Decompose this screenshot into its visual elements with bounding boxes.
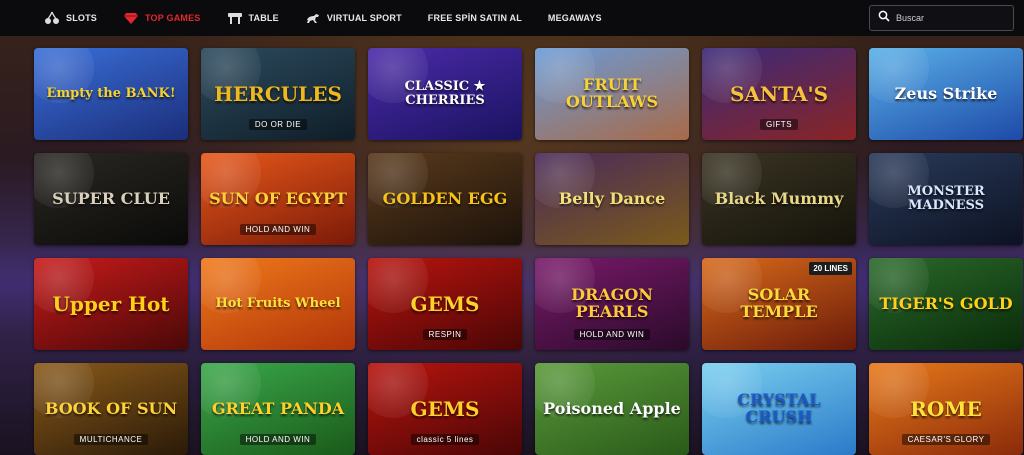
game-title: CRYSTAL CRUSH [737,390,821,426]
game-tile[interactable]: GEMS RESPIN [368,258,522,350]
game-subtitle: HOLD AND WIN [201,434,355,445]
game-tile[interactable]: GOLDEN EGG [368,153,522,245]
nav-table[interactable]: TABLE [227,11,279,25]
game-subtitle-wrap: classic 5 lines [368,431,522,445]
game-subtitle-wrap: CAESAR'S GLORY [869,431,1023,445]
game-title: Belly Dance [558,188,666,208]
game-tile[interactable]: Poisoned Apple [535,363,689,455]
game-tile[interactable]: MONSTER MADNESS [869,153,1023,245]
game-subtitle-wrap: HOLD AND WIN [201,221,355,235]
game-tile[interactable]: Empty the BANK! [34,48,188,140]
game-subtitle-text: classic 5 lines [410,434,480,445]
game-title: FRUIT OUTLAWS [565,75,659,111]
game-subtitle: HOLD AND WIN [201,224,355,235]
nav-virtual-sport[interactable]: VIRTUAL SPORT [305,11,402,25]
game-title: SUN OF EGYPT [209,188,347,208]
game-tile[interactable]: Belly Dance [535,153,689,245]
game-subtitle: DO OR DIE [201,119,355,130]
nav-megaways[interactable]: MEGAWAYS [548,13,602,23]
nav-table-label: TABLE [248,13,279,23]
game-title: GREAT PANDA [211,398,345,418]
game-title: Zeus Strike [894,83,998,103]
game-title: HERCULES [214,81,342,106]
game-subtitle-text: DO OR DIE [248,119,308,130]
game-title: SUPER CLUE [52,188,170,208]
game-title: DRAGON PEARLS [571,285,653,321]
game-subtitle-wrap: HOLD AND WIN [535,326,689,340]
game-title: CLASSIC ★ CHERRIES [404,79,486,108]
top-navbar: SLOTS TOP GAMES TABLE VIRTUAL SPORT FREE… [0,0,1024,36]
game-tile[interactable]: Zeus Strike [869,48,1023,140]
game-title: Hot Fruits Wheel [215,296,341,312]
game-title: Black Mummy [714,188,844,208]
game-subtitle-text: GIFTS [759,119,799,130]
nav-top-games-label: TOP GAMES [145,13,201,23]
game-subtitle: classic 5 lines [368,434,522,445]
game-title: TIGER'S GOLD [879,293,1013,313]
nav-virtual-sport-label: VIRTUAL SPORT [326,13,402,23]
game-tile[interactable]: HERCULES DO OR DIE [201,48,355,140]
game-title: GEMS [410,291,480,316]
game-title: Upper Hot [52,291,170,316]
nav-slots-label: SLOTS [66,13,98,23]
table-icon [227,11,243,25]
game-tile[interactable]: Upper Hot [34,258,188,350]
game-title: Empty the BANK! [46,86,176,102]
game-tile[interactable]: ROME CAESAR'S GLORY [869,363,1023,455]
diamond-icon [123,11,139,25]
game-tile[interactable]: FRUIT OUTLAWS [535,48,689,140]
game-tile[interactable]: Black Mummy [702,153,856,245]
game-tile[interactable]: SUPER CLUE [34,153,188,245]
cherries-icon [44,11,60,25]
horse-icon [305,11,321,25]
game-tile[interactable]: TIGER'S GOLD [869,258,1023,350]
game-subtitle-text: HOLD AND WIN [239,224,317,235]
game-tile[interactable]: DRAGON PEARLS HOLD AND WIN [535,258,689,350]
nav-free-spin-label: FREE SPİN SATIN AL [427,13,522,23]
game-subtitle: CAESAR'S GLORY [869,434,1023,445]
game-tile[interactable]: CRYSTAL CRUSH [702,363,856,455]
search-box[interactable] [869,5,1014,31]
game-title: GOLDEN EGG [382,188,508,208]
game-tile[interactable]: Hot Fruits Wheel [201,258,355,350]
nav-free-spin[interactable]: FREE SPİN SATIN AL [428,13,522,23]
game-subtitle-wrap: HOLD AND WIN [201,431,355,445]
search-icon [878,9,890,27]
game-title: BOOK OF SUN [44,398,178,418]
game-tile[interactable]: GREAT PANDA HOLD AND WIN [201,363,355,455]
nav-megaways-label: MEGAWAYS [547,13,602,23]
lines-badge: 20 LINES [809,262,852,275]
game-tile[interactable]: CLASSIC ★ CHERRIES [368,48,522,140]
game-tile[interactable]: SUN OF EGYPT HOLD AND WIN [201,153,355,245]
game-subtitle-wrap: GIFTS [702,116,856,130]
game-tile[interactable]: SANTA'S GIFTS [702,48,856,140]
game-title: SANTA'S [729,81,829,106]
game-subtitle-text: CAESAR'S GLORY [901,434,991,445]
game-title: GEMS [410,396,480,421]
game-subtitle-text: MULTICHANCE [73,434,149,445]
game-subtitle-wrap: DO OR DIE [201,116,355,130]
game-tile[interactable]: GEMS classic 5 lines [368,363,522,455]
game-subtitle: RESPIN [368,329,522,340]
game-grid: Empty the BANK! HERCULES DO OR DIE CLASSIC … [34,48,1023,455]
search-input[interactable] [896,13,1006,23]
game-subtitle-text: RESPIN [422,329,468,340]
game-subtitle-text: HOLD AND WIN [239,434,317,445]
game-subtitle: MULTICHANCE [34,434,188,445]
game-subtitle-wrap: MULTICHANCE [34,431,188,445]
game-title: SOLAR TEMPLE [740,285,818,321]
game-subtitle-wrap: RESPIN [368,326,522,340]
game-subtitle: GIFTS [702,119,856,130]
game-title: MONSTER MADNESS [907,184,985,213]
game-tile[interactable]: BOOK OF SUN MULTICHANCE [34,363,188,455]
game-subtitle: HOLD AND WIN [535,329,689,340]
game-title: Poisoned Apple [543,398,681,418]
game-tile[interactable]: SOLAR TEMPLE 20 LINES [702,258,856,350]
nav-slots[interactable]: SLOTS [44,11,97,25]
nav-top-games[interactable]: TOP GAMES [123,11,200,25]
game-subtitle-text: HOLD AND WIN [573,329,651,340]
game-title: ROME [910,396,982,421]
